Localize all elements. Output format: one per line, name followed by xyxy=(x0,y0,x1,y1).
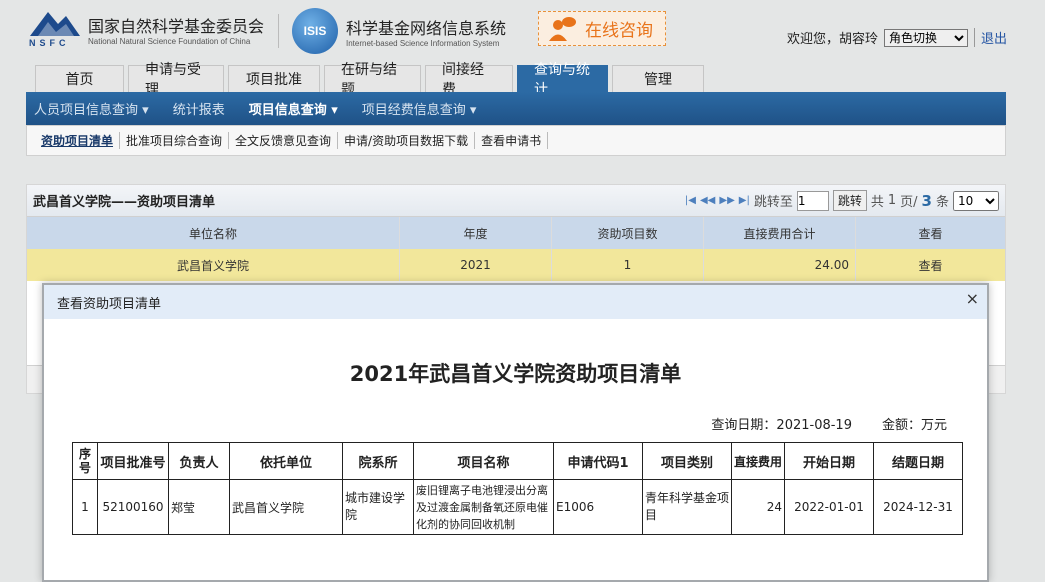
sub-feedback-query[interactable]: 全文反馈意见查询 xyxy=(229,132,339,149)
col-year: 年度 xyxy=(400,217,552,249)
th-department: 院系所 xyxy=(342,442,414,480)
cell-seq: 1 xyxy=(72,479,98,535)
online-consult-button[interactable]: 在线咨询 xyxy=(538,11,666,46)
first-page-icon[interactable]: |◀ xyxy=(685,195,696,206)
logout-link[interactable]: 退出 xyxy=(973,28,1007,47)
panel-title: 武昌首义学院——资助项目清单 xyxy=(33,195,216,210)
isis-globe-icon: ISIS xyxy=(292,8,338,54)
tab-application[interactable]: 申请与受理 xyxy=(128,62,224,98)
header: NSFC 国家自然科学基金委员会 National Natural Scienc… xyxy=(0,0,1045,64)
view-link[interactable]: 查看 xyxy=(856,249,1005,281)
nsfc-name: 国家自然科学基金委员会 xyxy=(88,16,265,36)
cell-category: 青年科学基金项目 xyxy=(642,479,732,535)
nav-person-project-query[interactable]: 人员项目信息查询 ▾ xyxy=(34,99,149,118)
tab-approval[interactable]: 项目批准 xyxy=(228,65,320,92)
tab-manage[interactable]: 管理 xyxy=(612,65,704,92)
col-unit: 单位名称 xyxy=(27,217,400,249)
total-records: 3 xyxy=(921,191,932,210)
close-icon[interactable]: × xyxy=(966,289,979,308)
last-page-icon[interactable]: ▶| xyxy=(739,195,750,206)
nsfc-abbr: NSFC xyxy=(29,38,70,48)
funded-list-dialog: 查看资助项目清单 × 2021年武昌首义学院资助项目清单 查询日期：2021-0… xyxy=(42,283,989,582)
cell-leader: 郑莹 xyxy=(168,479,230,535)
total-prefix: 共 xyxy=(870,195,884,210)
secondary-nav: 人员项目信息查询 ▾ 统计报表 项目信息查询 ▾ 项目经费信息查询 ▾ xyxy=(26,92,1006,125)
col-view: 查看 xyxy=(856,217,1005,249)
th-approval-no: 项目批准号 xyxy=(97,442,169,480)
dialog-title: 2021年武昌首义学院资助项目清单 xyxy=(349,362,682,386)
query-date: 查询日期：2021-08-19 xyxy=(711,418,852,433)
main-tabs: 首页 申请与受理 项目批准 在研与结题 间接经费 查询与统计 管理 xyxy=(35,62,708,98)
system-name-en: Internet-based Science Information Syste… xyxy=(346,38,500,48)
consult-label: 在线咨询 xyxy=(585,21,653,41)
th-project-name: 项目名称 xyxy=(413,442,554,480)
welcome-text: 欢迎您，胡容玲 xyxy=(786,32,878,47)
jump-label: 跳转至 xyxy=(753,195,793,210)
th-leader: 负责人 xyxy=(168,442,230,480)
prev-page-icon[interactable]: ◀◀ xyxy=(700,195,715,206)
nsfc-logo[interactable]: NSFC 国家自然科学基金委员会 National Natural Scienc… xyxy=(26,10,264,48)
cell-year: 2021 xyxy=(400,249,552,281)
isis-logo[interactable]: ISIS 科学基金网络信息系统 Internet-based Science I… xyxy=(292,8,506,54)
cell-host-unit: 武昌首义学院 xyxy=(229,479,343,535)
consultant-icon xyxy=(549,16,576,41)
record-unit: 条 xyxy=(935,195,949,210)
nav-project-fund-query[interactable]: 项目经费信息查询 ▾ xyxy=(362,99,477,118)
sub-approved-query[interactable]: 批准项目综合查询 xyxy=(120,132,230,149)
cell-direct-cost: 24 xyxy=(731,479,785,535)
th-host-unit: 依托单位 xyxy=(229,442,343,480)
cell-count: 1 xyxy=(552,249,704,281)
table-row[interactable]: 武昌首义学院 2021 1 24.00 查看 xyxy=(27,249,1005,281)
cell-project-name: 废旧锂离子电池锂浸出分离及过渡金属制备氧还原电催化剂的协同回收机制 xyxy=(413,479,554,535)
nav-project-info-query[interactable]: 项目信息查询 ▾ xyxy=(249,99,338,118)
page-input[interactable] xyxy=(796,190,829,211)
next-page-icon[interactable]: ▶▶ xyxy=(719,195,734,206)
page-unit: 页/ xyxy=(900,195,918,210)
funded-projects-table: 序号 项目批准号 负责人 依托单位 院系所 项目名称 申请代码1 项目类别 直接… xyxy=(72,442,963,535)
cell-code: E1006 xyxy=(553,479,643,535)
sub-nav: 资助项目清单 批准项目综合查询 全文反馈意见查询 申请/资助项目数据下载 查看申… xyxy=(26,125,1006,156)
page-size-select[interactable]: 10 xyxy=(953,190,999,211)
logo-divider xyxy=(278,14,279,48)
th-code: 申请代码1 xyxy=(553,442,643,480)
cell-approval-no: 52100160 xyxy=(97,479,169,535)
pager: |◀ ◀◀ ▶▶ ▶| 跳转至 跳转 共 1 页/ 3 条 10 xyxy=(685,190,999,211)
system-name: 科学基金网络信息系统 xyxy=(346,18,507,38)
col-project-count: 资助项目数 xyxy=(552,217,704,249)
cell-start-date: 2022-01-01 xyxy=(784,479,874,535)
dialog-meta: 查询日期：2021-08-19 金额：万元 xyxy=(711,414,947,433)
th-start-date: 开始日期 xyxy=(784,442,874,480)
total-pages: 1 xyxy=(887,193,897,208)
tab-ongoing[interactable]: 在研与结题 xyxy=(324,62,421,98)
th-category: 项目类别 xyxy=(642,442,732,480)
cell-cost: 24.00 xyxy=(704,249,856,281)
cell-end-date: 2024-12-31 xyxy=(873,479,963,535)
jump-button[interactable]: 跳转 xyxy=(832,190,867,211)
col-direct-cost: 直接费用合计 xyxy=(704,217,856,249)
cell-unit: 武昌首义学院 xyxy=(27,249,400,281)
user-bar: 欢迎您，胡容玲 角色切换 退出 xyxy=(787,28,1007,47)
sub-data-download[interactable]: 申请/资助项目数据下载 xyxy=(338,132,476,149)
th-direct-cost: 直接费用 xyxy=(731,442,785,480)
grid-header: 单位名称 年度 资助项目数 直接费用合计 查看 xyxy=(27,217,1005,249)
cell-department: 城市建设学院 xyxy=(342,479,414,535)
amount-unit: 金额：万元 xyxy=(881,418,947,433)
dialog-header: 查看资助项目清单 xyxy=(44,285,987,319)
tab-indirect-funds[interactable]: 间接经费 xyxy=(425,62,513,98)
tab-query-stats[interactable]: 查询与统计 xyxy=(517,62,608,98)
nsfc-name-en: National Natural Science Foundation of C… xyxy=(88,36,251,46)
th-seq: 序号 xyxy=(72,442,98,480)
role-switch-select[interactable]: 角色切换 xyxy=(883,28,968,47)
th-end-date: 结题日期 xyxy=(873,442,963,480)
nav-stat-report[interactable]: 统计报表 xyxy=(173,99,225,118)
table-row[interactable]: 1 52100160 郑莹 武昌首义学院 城市建设学院 废旧锂离子电池锂浸出分离… xyxy=(72,479,963,535)
tab-home[interactable]: 首页 xyxy=(35,65,124,92)
nsfc-emblem-icon: NSFC xyxy=(26,10,84,48)
sub-funded-list[interactable]: 资助项目清单 xyxy=(35,132,121,149)
sub-view-application[interactable]: 查看申请书 xyxy=(475,132,549,149)
